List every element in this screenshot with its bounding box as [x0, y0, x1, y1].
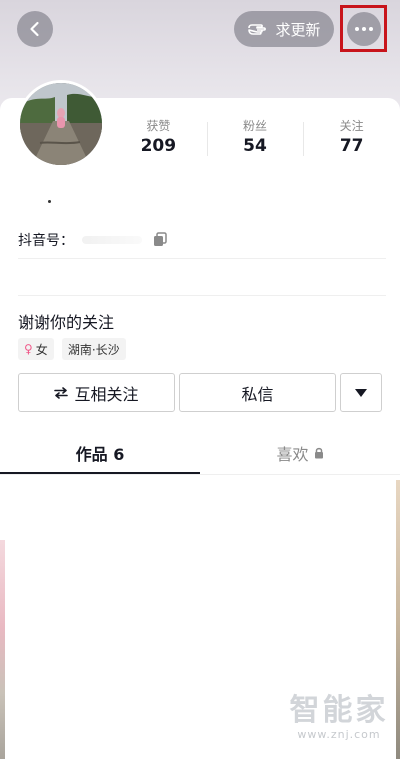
- stat-following[interactable]: 关注 77: [303, 118, 400, 160]
- side-thumbnail-edge-right: [396, 480, 400, 759]
- female-icon: ♀: [24, 342, 33, 356]
- gender-tag: ♀ 女: [18, 338, 54, 360]
- lock-icon: [314, 447, 324, 459]
- profile-stats: 获赞 209 粉丝 54 关注 77: [110, 118, 400, 160]
- location-label: 湖南·长沙: [67, 342, 120, 357]
- more-actions-dropdown-button[interactable]: [340, 373, 382, 412]
- douyin-id-row: 抖音号：: [18, 230, 142, 250]
- caret-down-icon: [355, 388, 367, 397]
- copy-icon[interactable]: [152, 231, 168, 247]
- mutual-follow-button[interactable]: 互相关注: [18, 373, 175, 412]
- message-label: 私信: [241, 384, 274, 404]
- stat-value: 54: [243, 136, 267, 156]
- divider: [18, 258, 386, 259]
- back-button[interactable]: [17, 11, 53, 47]
- avatar[interactable]: [17, 80, 105, 168]
- gender-label: 女: [35, 342, 48, 357]
- pointing-hand-icon: [247, 19, 269, 39]
- tab-likes[interactable]: 喜欢: [200, 432, 400, 474]
- stat-value: 77: [339, 136, 364, 156]
- douyin-id-label: 抖音号：: [18, 233, 74, 249]
- stat-label: 获赞: [146, 119, 171, 133]
- request-update-label: 求更新: [275, 20, 321, 39]
- stat-value: 209: [140, 136, 177, 156]
- divider: [18, 295, 386, 296]
- profile-tabs: 作品 6 喜欢: [0, 432, 400, 474]
- message-button[interactable]: 私信: [179, 373, 336, 412]
- stat-label: 粉丝: [243, 119, 268, 133]
- watermark-url: www.znj.com: [297, 728, 381, 741]
- profile-tags: ♀ 女 湖南·长沙: [18, 338, 126, 360]
- nickname-redacted: [48, 200, 51, 203]
- stat-fans[interactable]: 粉丝 54: [206, 118, 304, 160]
- tab-works[interactable]: 作品 6: [0, 432, 200, 474]
- profile-card: [0, 98, 400, 759]
- mutual-follow-label: 互相关注: [74, 384, 139, 404]
- stat-likes[interactable]: 获赞 209: [110, 118, 207, 160]
- profile-bio: 谢谢你的关注: [18, 313, 115, 332]
- watermark-text: 智能家: [289, 693, 389, 728]
- watermark: 智能家 www.znj.com: [284, 693, 394, 742]
- request-update-button[interactable]: 求更新: [234, 11, 334, 47]
- back-arrow-icon: [30, 21, 39, 37]
- location-tag: 湖南·长沙: [61, 338, 126, 360]
- tab-likes-label: 喜欢: [276, 445, 309, 464]
- swap-arrows-icon: [54, 386, 69, 399]
- more-button-highlight-box: [340, 5, 387, 52]
- douyin-id-redacted: [82, 236, 142, 244]
- avatar-photo: [20, 83, 102, 165]
- stat-label: 关注: [339, 119, 364, 133]
- tab-works-label: 作品 6: [75, 445, 125, 464]
- side-thumbnail-edge-left: [0, 540, 5, 759]
- tabs-divider: [0, 474, 400, 475]
